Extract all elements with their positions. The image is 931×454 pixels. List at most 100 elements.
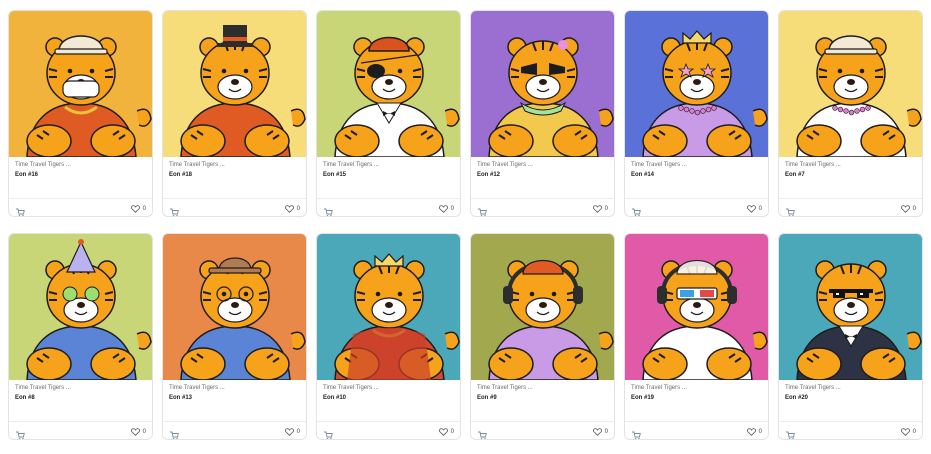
token-name: Eon #13 [169,395,193,401]
divider [9,198,152,199]
buy-icon[interactable] [169,204,179,216]
like-count: 0 [296,205,300,212]
token-name: Eon #8 [15,395,35,401]
nft-image[interactable] [163,234,306,380]
buy-icon[interactable] [631,427,641,439]
heart-icon [284,204,294,213]
token-name: Eon #9 [477,395,497,401]
divider [163,198,306,199]
heart-icon [900,427,910,436]
buy-icon[interactable] [785,204,795,216]
buy-icon[interactable] [631,204,641,216]
like-button[interactable]: 0 [438,204,454,213]
nft-card[interactable]: Time Travel Tigers ... Eon #20 0 [778,233,923,440]
buy-icon[interactable] [477,204,487,216]
divider [163,421,306,422]
collection-name: Time Travel Tigers ... [323,162,379,168]
like-button[interactable]: 0 [900,204,916,213]
like-count: 0 [142,205,146,212]
nft-image[interactable] [9,234,152,380]
like-button[interactable]: 0 [746,204,762,213]
nft-image[interactable] [625,234,768,380]
like-count: 0 [912,205,916,212]
heart-icon [592,427,602,436]
like-button[interactable]: 0 [130,427,146,436]
nft-image[interactable] [625,11,768,157]
divider [779,421,922,422]
divider [779,198,922,199]
collection-name: Time Travel Tigers ... [477,162,533,168]
nft-image[interactable] [779,11,922,157]
divider [317,198,460,199]
collection-name: Time Travel Tigers ... [785,162,841,168]
buy-icon[interactable] [785,427,795,439]
like-count: 0 [296,428,300,435]
nft-card[interactable]: Time Travel Tigers ... Eon #15 0 [316,10,461,217]
heart-icon [900,204,910,213]
token-name: Eon #10 [323,395,347,401]
like-button[interactable]: 0 [900,427,916,436]
nft-card[interactable]: Time Travel Tigers ... Eon #14 0 [624,10,769,217]
buy-icon[interactable] [323,204,333,216]
like-count: 0 [450,205,454,212]
token-name: Eon #19 [631,395,655,401]
heart-icon [130,204,140,213]
like-count: 0 [604,205,608,212]
collection-name: Time Travel Tigers ... [169,385,225,391]
like-count: 0 [142,428,146,435]
buy-icon[interactable] [169,427,179,439]
nft-card[interactable]: Time Travel Tigers ... Eon #10 0 [316,233,461,440]
like-button[interactable]: 0 [284,427,300,436]
nft-image[interactable] [9,11,152,157]
nft-grid: Time Travel Tigers ... Eon #16 0 Time Tr… [0,0,931,454]
collection-name: Time Travel Tigers ... [15,385,71,391]
like-button[interactable]: 0 [746,427,762,436]
heart-icon [438,204,448,213]
heart-icon [746,204,756,213]
nft-card[interactable]: Time Travel Tigers ... Eon #9 0 [470,233,615,440]
nft-card[interactable]: Time Travel Tigers ... Eon #12 0 [470,10,615,217]
nft-card[interactable]: Time Travel Tigers ... Eon #13 0 [162,233,307,440]
heart-icon [746,427,756,436]
token-name: Eon #16 [15,172,39,178]
nft-image[interactable] [471,11,614,157]
like-button[interactable]: 0 [592,427,608,436]
like-count: 0 [450,428,454,435]
nft-card[interactable]: Time Travel Tigers ... Eon #7 0 [778,10,923,217]
nft-image[interactable] [471,234,614,380]
divider [471,421,614,422]
like-button[interactable]: 0 [284,204,300,213]
nft-card[interactable]: Time Travel Tigers ... Eon #8 0 [8,233,153,440]
like-count: 0 [604,428,608,435]
nft-card[interactable]: Time Travel Tigers ... Eon #19 0 [624,233,769,440]
like-count: 0 [758,428,762,435]
like-button[interactable]: 0 [130,204,146,213]
nft-image[interactable] [163,11,306,157]
buy-icon[interactable] [477,427,487,439]
token-name: Eon #7 [785,172,805,178]
nft-image[interactable] [779,234,922,380]
collection-name: Time Travel Tigers ... [785,385,841,391]
like-button[interactable]: 0 [438,427,454,436]
nft-card[interactable]: Time Travel Tigers ... Eon #18 0 [162,10,307,217]
token-name: Eon #18 [169,172,193,178]
token-name: Eon #15 [323,172,347,178]
divider [471,198,614,199]
like-button[interactable]: 0 [592,204,608,213]
collection-name: Time Travel Tigers ... [169,162,225,168]
token-name: Eon #20 [785,395,809,401]
divider [625,198,768,199]
divider [317,421,460,422]
token-name: Eon #12 [477,172,501,178]
buy-icon[interactable] [15,204,25,216]
buy-icon[interactable] [323,427,333,439]
nft-image[interactable] [317,234,460,380]
collection-name: Time Travel Tigers ... [15,162,71,168]
buy-icon[interactable] [15,427,25,439]
heart-icon [130,427,140,436]
like-count: 0 [758,205,762,212]
divider [9,421,152,422]
collection-name: Time Travel Tigers ... [631,162,687,168]
nft-image[interactable] [317,11,460,157]
nft-card[interactable]: Time Travel Tigers ... Eon #16 0 [8,10,153,217]
